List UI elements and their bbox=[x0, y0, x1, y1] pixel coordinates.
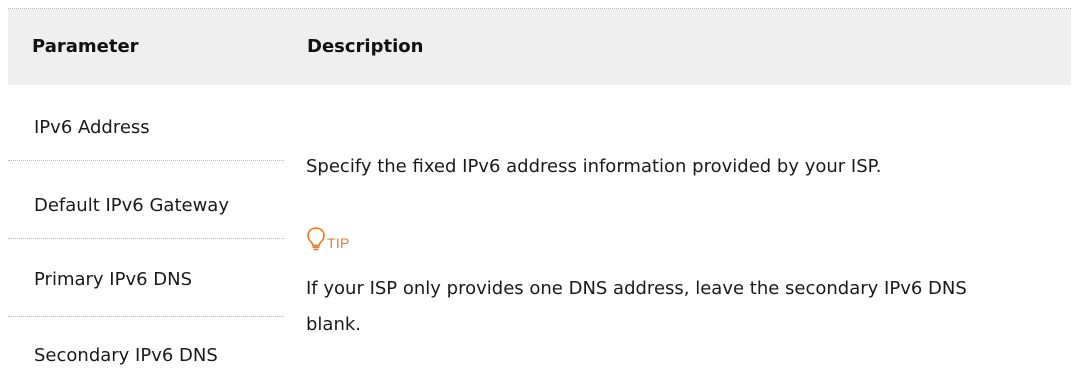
row-divider bbox=[8, 160, 284, 161]
param-default-ipv6-gateway: Default IPv6 Gateway bbox=[34, 195, 229, 216]
tip-label: TIP bbox=[327, 235, 350, 251]
param-secondary-ipv6-dns: Secondary IPv6 DNS bbox=[34, 345, 218, 366]
table-header-row: Parameter Description bbox=[8, 9, 1071, 85]
row-divider bbox=[8, 316, 284, 317]
tip-text: If your ISP only provides one DNS addres… bbox=[306, 278, 967, 335]
row-divider bbox=[8, 238, 284, 239]
header-description: Description bbox=[307, 36, 424, 57]
param-ipv6-address: IPv6 Address bbox=[34, 117, 150, 138]
tip-callout: TIP bbox=[306, 222, 350, 252]
param-primary-ipv6-dns: Primary IPv6 DNS bbox=[34, 269, 193, 290]
description-main: Specify the fixed IPv6 address informati… bbox=[306, 156, 882, 177]
lightbulb-icon bbox=[307, 227, 325, 251]
header-parameter: Parameter bbox=[32, 36, 139, 57]
